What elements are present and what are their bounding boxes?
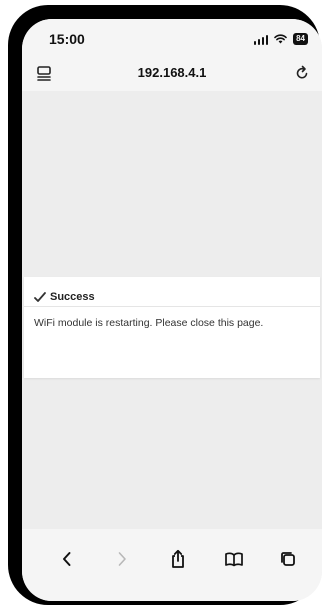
tabs-overview-icon[interactable] bbox=[278, 549, 298, 569]
status-icons: 84 bbox=[253, 32, 308, 46]
wifi-icon bbox=[274, 34, 287, 44]
status-bar: 15:00 84 bbox=[22, 19, 322, 57]
status-time: 15:00 bbox=[49, 31, 85, 47]
card-title: Success bbox=[50, 290, 95, 303]
card-header: Success bbox=[24, 277, 320, 307]
url-text[interactable]: 192.168.4.1 bbox=[22, 65, 322, 80]
phone-frame: 15:00 84 192.168.4.1 Success WiFi module… bbox=[8, 5, 322, 605]
bookmarks-icon[interactable] bbox=[224, 549, 244, 569]
screen: 15:00 84 192.168.4.1 Success WiFi module… bbox=[22, 19, 322, 601]
forward-icon[interactable] bbox=[112, 549, 132, 569]
address-bar[interactable]: 192.168.4.1 bbox=[22, 57, 322, 91]
bottom-toolbar bbox=[22, 529, 322, 601]
signal-icon bbox=[253, 34, 269, 45]
page-content: Success WiFi module is restarting. Pleas… bbox=[22, 91, 322, 529]
share-icon[interactable] bbox=[168, 549, 188, 569]
battery-icon: 84 bbox=[293, 33, 308, 45]
message-card: Success WiFi module is restarting. Pleas… bbox=[24, 277, 320, 378]
reload-icon[interactable] bbox=[294, 65, 310, 81]
back-icon[interactable] bbox=[57, 549, 77, 569]
card-message: WiFi module is restarting. Please close … bbox=[34, 317, 264, 329]
checkmark-icon bbox=[34, 291, 46, 302]
